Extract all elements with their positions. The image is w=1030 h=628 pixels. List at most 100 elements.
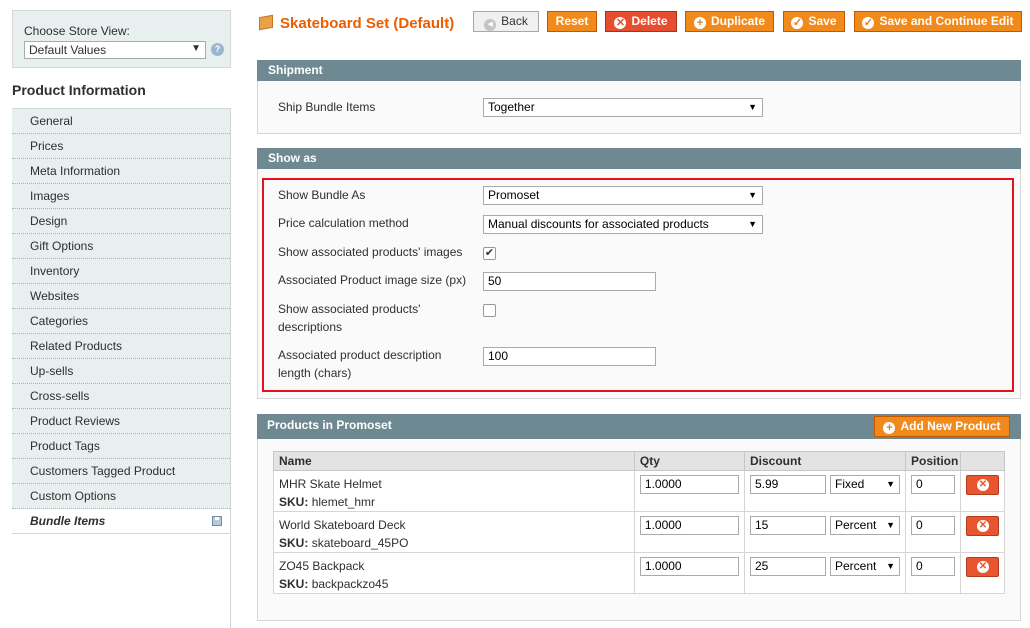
tab-related-products[interactable]: Related Products [12,334,230,359]
tab-gift-options[interactable]: Gift Options [12,234,230,259]
discount-type-select[interactable]: Percent ▼ [829,557,900,576]
discount-type-value: Fixed [834,477,865,491]
discount-type-value: Percent [834,559,877,573]
help-icon[interactable]: ? [211,43,224,56]
page-title: Skateboard Set (Default) [280,15,455,32]
chevron-down-icon: ▼ [748,102,757,112]
close-icon: ✕ [976,561,989,573]
position-input[interactable]: 0 [910,516,955,535]
tab-up-sells[interactable]: Up-sells [12,359,230,384]
show-descriptions-label-line2: descriptions [278,320,343,334]
remove-product-button[interactable]: ✕ [965,475,999,495]
show-images-checkbox[interactable]: ✔ [483,247,496,260]
close-icon: ✕ [614,17,627,29]
duplicate-button[interactable]: + Duplicate [685,11,774,32]
show-bundle-as-select[interactable]: Promoset ▼ [483,186,763,205]
discount-input[interactable]: 25 [749,557,826,576]
tab-bundle-items[interactable]: Bundle Items [12,509,230,534]
tab-images[interactable]: Images [12,184,230,209]
reset-button[interactable]: Reset [547,11,597,32]
product-name: ZO45 Backpack [279,559,365,573]
ship-bundle-items-select[interactable]: Together ▼ [483,98,763,117]
table-header-row: Name Qty Discount Position [273,451,1006,471]
discount-type-select[interactable]: Fixed ▼ [829,475,900,494]
package-icon [259,14,273,31]
save-button[interactable]: ✓ Save [783,11,845,32]
sidebar-title: Product Information [12,82,146,98]
column-header-position: Position [904,451,961,471]
store-view-select[interactable]: Default Values ▼ [24,41,206,59]
position-input[interactable]: 0 [910,557,955,576]
table-row: ZO45 Backpack SKU: backpackzo45 1.0000 2… [273,552,1006,594]
discount-type-select[interactable]: Percent ▼ [829,516,900,535]
tab-design[interactable]: Design [12,209,230,234]
ship-bundle-items-value: Together [488,100,535,114]
show-images-label: Show associated products' images [278,245,463,259]
back-button[interactable]: ◀ Back [473,11,539,32]
tab-label: Websites [30,289,80,303]
position-cell: 0 [904,511,961,553]
tab-product-reviews[interactable]: Product Reviews [12,409,230,434]
sku-value: backpackzo45 [311,577,389,591]
image-size-input[interactable]: 50 [483,272,656,291]
remove-product-button[interactable]: ✕ [965,516,999,536]
tab-label: Customers Tagged Product [30,464,176,478]
floppy-disk-icon [212,516,222,526]
discount-cell: 5.99 Fixed ▼ [743,470,906,512]
checkmark-icon: ✔ [484,247,495,259]
tab-label: Product Tags [30,439,100,453]
tab-prices[interactable]: Prices [12,134,230,159]
chevron-down-icon: ▼ [886,561,895,571]
tab-label: Inventory [30,264,80,278]
add-new-product-button[interactable]: + Add New Product [874,416,1010,437]
tab-general[interactable]: General [12,109,230,134]
product-sku: SKU: hlemet_hmr [279,493,629,511]
discount-input[interactable]: 15 [749,516,826,535]
description-length-input[interactable]: 100 [483,347,656,366]
tab-inventory[interactable]: Inventory [12,259,230,284]
tab-custom-options[interactable]: Custom Options [12,484,230,509]
product-name-cell: World Skateboard Deck SKU: skateboard_45… [273,511,635,553]
tab-label: Bundle Items [30,514,106,528]
tab-cross-sells[interactable]: Cross-sells [12,384,230,409]
qty-cell: 1.0000 [633,511,745,553]
price-calculation-select[interactable]: Manual discounts for associated products… [483,215,763,234]
store-view-switcher: Choose Store View: Default Values ▼ ? [12,10,231,68]
sidebar-divider [230,535,231,628]
tab-label: Meta Information [30,164,121,178]
product-name-cell: MHR Skate Helmet SKU: hlemet_hmr [273,470,635,512]
discount-cell: 25 Percent ▼ [743,552,906,594]
tab-label: Images [30,189,70,203]
shipment-section-header: Shipment [257,60,1021,81]
table-row: MHR Skate Helmet SKU: hlemet_hmr 1.0000 … [273,470,1006,512]
tab-product-tags[interactable]: Product Tags [12,434,230,459]
tab-categories[interactable]: Categories [12,309,230,334]
description-length-label-line2: length (chars) [278,366,352,380]
store-view-label: Choose Store View: [24,24,130,38]
save-continue-label: Save and Continue Edit [879,14,1014,28]
save-continue-button[interactable]: ✓ Save and Continue Edit [854,11,1022,32]
tab-customers-tagged-product[interactable]: Customers Tagged Product [12,459,230,484]
add-new-product-label: Add New Product [900,419,1001,433]
qty-input[interactable]: 1.0000 [639,475,739,494]
tab-label: General [30,114,73,128]
position-input[interactable]: 0 [910,475,955,494]
tab-websites[interactable]: Websites [12,284,230,309]
qty-cell: 1.0000 [633,552,745,594]
product-name: MHR Skate Helmet [279,477,382,491]
tab-meta-information[interactable]: Meta Information [12,159,230,184]
tab-label: Categories [30,314,89,328]
checkmark-icon: ✓ [862,17,875,29]
qty-input[interactable]: 1.0000 [639,557,739,576]
tab-label: Cross-sells [30,389,90,403]
sku-value: hlemet_hmr [311,495,376,509]
qty-input[interactable]: 1.0000 [639,516,739,535]
show-descriptions-checkbox[interactable] [483,304,496,317]
discount-cell: 15 Percent ▼ [743,511,906,553]
description-length-label-line1: Associated product description [278,348,442,362]
action-cell: ✕ [959,470,1006,512]
show-bundle-as-label: Show Bundle As [278,188,366,202]
delete-button[interactable]: ✕ Delete [605,11,677,32]
remove-product-button[interactable]: ✕ [965,557,999,577]
discount-input[interactable]: 5.99 [749,475,826,494]
